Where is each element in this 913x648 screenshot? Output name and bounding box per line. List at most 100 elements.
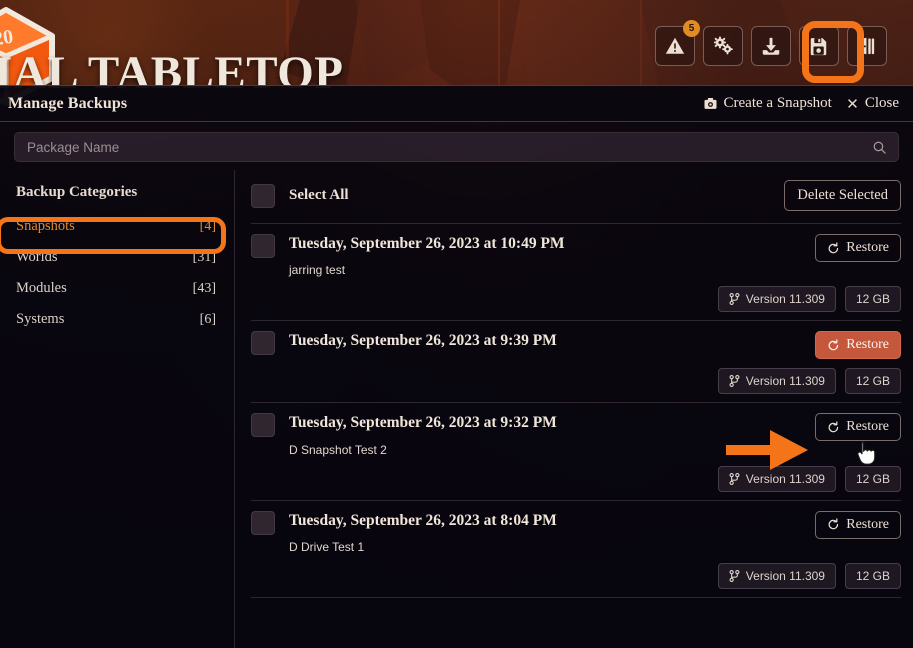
search-input[interactable] — [15, 139, 898, 155]
select-all-checkbox[interactable] — [251, 183, 275, 208]
size-tag: 12 GB — [844, 368, 901, 395]
restore-rotate-icon — [828, 518, 839, 530]
category-list: Snapshots [4] Worlds [31] Modules [43] Systems… — [12, 215, 222, 331]
restore-rotate-icon — [828, 339, 839, 351]
update-button[interactable] — [751, 26, 791, 66]
sidebar-item-worlds[interactable]: Worlds [31] — [12, 246, 222, 269]
restore-button[interactable]: Restore — [815, 413, 901, 442]
create-snapshot-button[interactable]: Create a Snapshot — [703, 95, 832, 112]
configuration-button[interactable] — [703, 26, 743, 66]
backup-date: Tuesday, September 26, 2023 at 8:04 PM — [289, 511, 557, 529]
version-tag: Version 11.309 — [717, 563, 836, 590]
size-label: 12 GB — [855, 374, 890, 389]
delete-selected-button[interactable]: Delete Selected — [784, 180, 901, 211]
backup-select-checkbox[interactable] — [251, 413, 275, 438]
version-tag: Version 11.309 — [717, 368, 836, 395]
table-row: Tuesday, September 26, 2023 at 10:49 PM j… — [251, 224, 901, 322]
size-label: 12 GB — [855, 292, 890, 307]
warnings-badge: 5 — [683, 20, 700, 37]
code-branch-icon — [729, 293, 740, 306]
sidebar-item-count: [6] — [199, 311, 216, 327]
restore-button[interactable]: Restore — [815, 510, 901, 539]
restore-rotate-icon — [828, 421, 839, 433]
sidebar-heading: Backup Categories — [16, 184, 138, 200]
backup-date: Tuesday, September 26, 2023 at 9:32 PM — [289, 414, 557, 432]
backup-note: D Drive Test 1 — [289, 540, 365, 555]
restore-label: Restore — [846, 419, 889, 435]
size-tag: 12 GB — [844, 563, 901, 590]
backup-row-top: Tuesday, September 26, 2023 at 8:04 PM D … — [251, 510, 901, 555]
restore-label: Restore — [846, 240, 889, 255]
backup-row-main: Tuesday, September 26, 2023 at 10:49 PM j… — [289, 234, 801, 277]
table-row: Tuesday, September 26, 2023 at 9:39 PM Re… — [251, 321, 901, 404]
sidebar-item-label: Worlds — [16, 249, 58, 265]
door-exit-icon — [859, 37, 875, 55]
search-icon[interactable] — [872, 140, 887, 155]
size-label: 12 GB — [855, 569, 890, 584]
gears-icon — [713, 36, 733, 55]
backup-note: D Snapshot Test 2 — [289, 442, 387, 457]
version-label: Version 11.309 — [745, 374, 825, 389]
backup-select-checkbox[interactable] — [251, 331, 275, 356]
version-label: Version 11.309 — [745, 292, 825, 307]
backup-date: Tuesday, September 26, 2023 at 9:39 PM — [289, 332, 557, 350]
size-tag: 12 GB — [844, 465, 901, 492]
backup-list-column: Select All Delete Selected Tuesday, Sept… — [235, 170, 913, 648]
backup-row-top: Tuesday, September 26, 2023 at 9:39 PM Re… — [251, 331, 901, 360]
code-branch-icon — [729, 375, 740, 388]
close-button[interactable]: Close — [846, 95, 899, 112]
backup-select-checkbox[interactable] — [251, 510, 275, 535]
select-all-label: Select All — [289, 187, 349, 203]
backup-tags: Version 11.309 12 GB — [251, 368, 901, 395]
backup-select-checkbox[interactable] — [251, 234, 275, 258]
dialog-header: Manage Backups Create a Snapshot Close — [0, 86, 913, 122]
search-area — [0, 122, 913, 170]
select-all-group[interactable]: Select All — [251, 183, 349, 208]
backup-note: jarring test — [289, 263, 346, 278]
backup-row-main: Tuesday, September 26, 2023 at 9:32 PM D … — [289, 413, 801, 456]
sidebar-item-count: [31] — [192, 249, 216, 265]
backup-tags: Version 11.309 12 GB — [251, 563, 901, 590]
sidebar-item-label: Modules — [16, 280, 67, 296]
restore-button[interactable]: Restore — [815, 234, 901, 262]
camera-icon — [704, 97, 717, 109]
backup-categories-sidebar: Backup Categories Snapshots [4] Worlds [31]… — [0, 170, 235, 648]
restore-button[interactable]: Restore — [815, 331, 901, 360]
download-icon — [762, 37, 780, 55]
dialog-body: Backup Categories Snapshots [4] Worlds [31]… — [0, 170, 913, 648]
backup-row-top: Tuesday, September 26, 2023 at 10:49 PM j… — [251, 234, 901, 277]
search-box[interactable] — [14, 132, 899, 162]
backups-button[interactable] — [799, 26, 839, 66]
restore-rotate-icon — [828, 241, 839, 253]
backup-tags: Version 11.309 12 GB — [251, 286, 901, 313]
version-tag: Version 11.309 — [717, 465, 836, 492]
code-branch-icon — [729, 472, 740, 485]
backup-row-top: Tuesday, September 26, 2023 at 9:32 PM D … — [251, 413, 901, 457]
dialog-header-actions: Create a Snapshot Close — [703, 95, 899, 112]
top-icon-toolbar: 5 — [655, 20, 887, 66]
sidebar-item-label: Snapshots — [16, 218, 75, 234]
sidebar-item-systems[interactable]: Systems [6] — [12, 308, 222, 331]
warning-triangle-icon — [665, 37, 685, 54]
warnings-button[interactable]: 5 — [655, 20, 700, 66]
backup-rows: Tuesday, September 26, 2023 at 10:49 PM j… — [251, 224, 901, 599]
backup-tags: Version 11.309 12 GB — [251, 465, 901, 492]
sidebar-item-snapshots[interactable]: Snapshots [4] — [12, 215, 222, 238]
restore-label: Restore — [846, 516, 889, 532]
sidebar-item-count: [43] — [192, 280, 216, 296]
sidebar-item-label: Systems — [16, 311, 65, 327]
sidebar-item-modules[interactable]: Modules [43] — [12, 277, 222, 300]
list-toolbar: Select All Delete Selected — [251, 170, 901, 224]
version-label: Version 11.309 — [745, 471, 825, 486]
create-snapshot-label: Create a Snapshot — [723, 95, 832, 111]
size-label: 12 GB — [855, 471, 890, 486]
version-label: Version 11.309 — [745, 569, 825, 584]
version-tag: Version 11.309 — [717, 286, 836, 313]
code-branch-icon — [729, 570, 740, 583]
backup-date: Tuesday, September 26, 2023 at 10:49 PM — [289, 235, 565, 252]
logout-button[interactable] — [847, 26, 887, 66]
table-row: Tuesday, September 26, 2023 at 9:32 PM D … — [251, 403, 901, 501]
page-title: Manage Backups — [8, 94, 128, 112]
close-x-icon — [847, 99, 857, 108]
restore-label: Restore — [846, 337, 889, 353]
